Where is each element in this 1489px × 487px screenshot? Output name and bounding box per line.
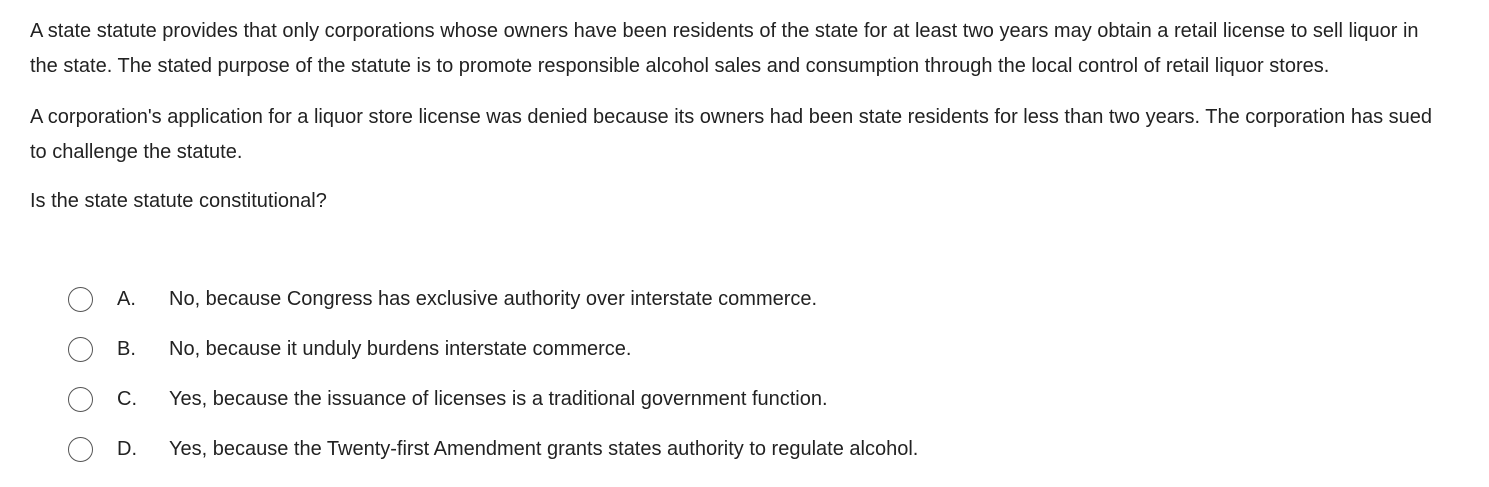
question-page: A state statute provides that only corpo…: [0, 0, 1489, 487]
answer-option-d[interactable]: D. Yes, because the Twenty-first Amendme…: [68, 432, 1448, 467]
radio-button-d[interactable]: [68, 437, 93, 462]
option-text-c[interactable]: Yes, because the issuance of licenses is…: [169, 382, 828, 417]
answer-option-b[interactable]: B. No, because it unduly burdens interst…: [68, 332, 1448, 367]
answer-options: A. No, because Congress has exclusive au…: [68, 282, 1448, 482]
question-prompt: Is the state statute constitutional?: [30, 190, 327, 212]
radio-button-a[interactable]: [68, 287, 93, 312]
option-letter-b: B.: [117, 338, 136, 360]
option-text-b[interactable]: No, because it unduly burdens interstate…: [169, 332, 631, 367]
option-text-a[interactable]: No, because Congress has exclusive autho…: [169, 282, 817, 317]
radio-button-b[interactable]: [68, 337, 93, 362]
answer-option-a[interactable]: A. No, because Congress has exclusive au…: [68, 282, 1448, 317]
option-letter-d: D.: [117, 438, 137, 460]
option-text-d[interactable]: Yes, because the Twenty-first Amendment …: [169, 432, 918, 467]
question-stem: A state statute provides that only corpo…: [30, 14, 1450, 219]
stem-paragraph-1: A state statute provides that only corpo…: [30, 20, 1419, 77]
stem-paragraph-2: A corporation's application for a liquor…: [30, 106, 1433, 163]
answer-option-c[interactable]: C. Yes, because the issuance of licenses…: [68, 382, 1448, 417]
option-letter-c: C.: [117, 388, 137, 410]
radio-button-c[interactable]: [68, 387, 93, 412]
option-letter-a: A.: [117, 288, 136, 310]
